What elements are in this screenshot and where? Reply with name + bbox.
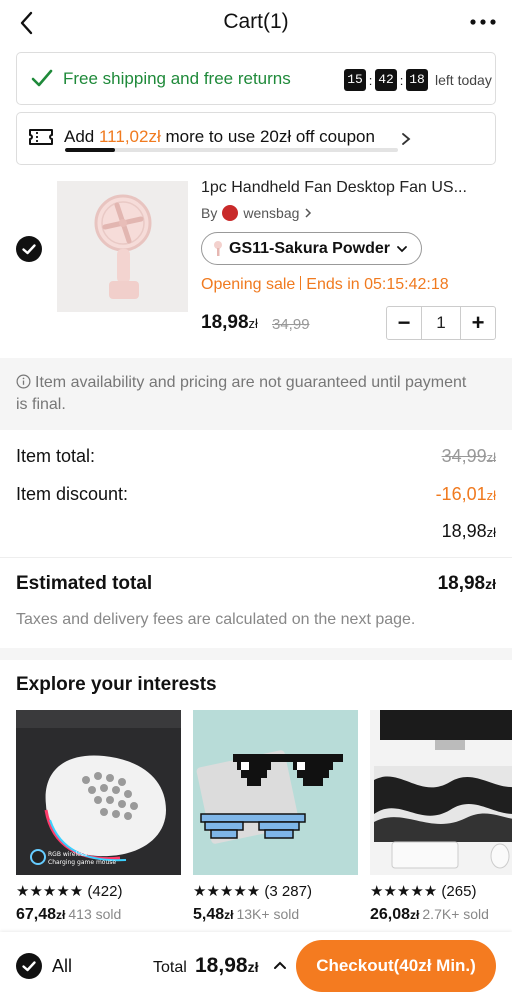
item-total-label: Item total: [16, 446, 96, 466]
variant-selector[interactable]: GS11-Sakura Powder [201, 232, 422, 265]
total-label: Total [153, 959, 187, 976]
decrease-quantity-button[interactable]: − [387, 307, 421, 339]
fan-thumbnail-icon [214, 240, 222, 256]
coupon-progress-fill [65, 148, 115, 152]
recommendation-card[interactable]: ★★★★★ (3 287) 5,48zł 13K+ sold [193, 710, 358, 924]
card-price: 26,08zł 2.7K+ sold [370, 906, 489, 923]
estimated-total-label: Estimated total [16, 573, 153, 594]
timer-minutes: 42 [375, 69, 397, 91]
store-link[interactable]: By wensbag [201, 205, 312, 221]
notice-text: Item availability and pricing are not gu… [16, 374, 467, 413]
item-discount-value: -16,01zł [435, 484, 496, 504]
estimated-total-value: 18,98zł [437, 573, 496, 594]
check-icon [31, 69, 53, 87]
total-value[interactable]: 18,98zł [195, 954, 258, 978]
quantity-value[interactable]: 1 [421, 307, 461, 339]
quantity-stepper: − 1 + [386, 306, 496, 340]
chevron-right-icon [305, 208, 312, 218]
coupon-ticket-icon [29, 129, 53, 145]
checkout-bar: All Total 18,98zł Checkout(40zł Min.) [0, 932, 512, 1000]
chevron-down-icon [397, 245, 407, 252]
sale-banner: Opening sale Ends in 05:15:42:18 [201, 276, 449, 294]
card-price: 67,48zł 413 sold [16, 906, 122, 923]
handheld-fan-image [57, 181, 188, 312]
by-label: By [201, 205, 218, 221]
increase-quantity-button[interactable]: + [461, 307, 495, 339]
chevron-up-icon[interactable] [272, 958, 288, 972]
svg-text:Charging game mouse: Charging game mouse [48, 859, 116, 866]
tax-note: Taxes and delivery fees are calculated o… [16, 611, 416, 628]
page-title: Cart(1) [223, 10, 289, 33]
recommendation-card[interactable]: RGB wireless Charging game mouse ★★★★★ (… [16, 710, 181, 924]
pixel-sunglasses-image[interactable] [193, 710, 358, 875]
divider [0, 557, 512, 558]
checkmark-icon [22, 244, 36, 255]
timer-seconds: 18 [406, 69, 428, 91]
countdown-timer: 15 : 42 : 18 [344, 69, 428, 91]
svg-text:RGB wireless: RGB wireless [48, 851, 87, 858]
chevron-right-icon [402, 133, 411, 145]
store-name: wensbag [243, 205, 300, 221]
variant-label: GS11-Sakura Powder [229, 239, 390, 257]
sale-ends-label: Ends in 05:15:42:18 [306, 276, 449, 293]
original-price: 34,99 [272, 316, 310, 333]
item-discount-label: Item discount: [16, 484, 129, 504]
checkout-button[interactable]: Checkout(40zł Min.) [296, 940, 496, 992]
store-avatar [222, 205, 239, 221]
select-all-checkbox[interactable] [16, 953, 42, 979]
card-price: 5,48zł 13K+ sold [193, 906, 300, 923]
coupon-progress-bar [65, 148, 398, 152]
free-shipping-text: Free shipping and free returns [63, 69, 291, 88]
desk-mat-image[interactable] [370, 710, 512, 875]
coupon-text: Add 111,02zł more to use 20zł off coupon [64, 127, 375, 146]
product-price: 18,98zł [201, 312, 258, 333]
product-image[interactable] [57, 181, 188, 312]
checkmark-icon [22, 961, 36, 972]
select-all-label[interactable]: All [52, 956, 72, 977]
left-today-label: left today [435, 72, 492, 88]
more-options-icon[interactable] [468, 12, 498, 32]
sale-label: Opening sale [201, 276, 296, 293]
subtotal-value: 18,98zł [441, 521, 496, 541]
rating: ★★★★★ (265) [370, 883, 477, 900]
rating: ★★★★★ (3 287) [193, 883, 312, 900]
explore-title: Explore your interests [16, 674, 217, 695]
recommendation-card[interactable]: ★★★★★ (265) 26,08zł 2.7K+ sold [370, 710, 512, 924]
free-shipping-banner: Free shipping and free returns 15 : 42 :… [16, 52, 496, 105]
gaming-mouse-image[interactable]: RGB wireless Charging game mouse [16, 710, 181, 875]
timer-hours: 15 [344, 69, 366, 91]
product-name[interactable]: 1pc Handheld Fan Desktop Fan US... [201, 179, 496, 197]
info-icon [16, 374, 31, 389]
coupon-banner[interactable]: Add 111,02zł more to use 20zł off coupon [16, 112, 496, 165]
availability-notice: Item availability and pricing are not gu… [0, 358, 512, 430]
header: Cart(1) [0, 0, 512, 46]
item-total-value: 34,99zł [441, 446, 496, 466]
rating: ★★★★★ (422) [16, 883, 123, 900]
section-divider [0, 648, 512, 660]
item-select-checkbox[interactable] [16, 236, 42, 262]
